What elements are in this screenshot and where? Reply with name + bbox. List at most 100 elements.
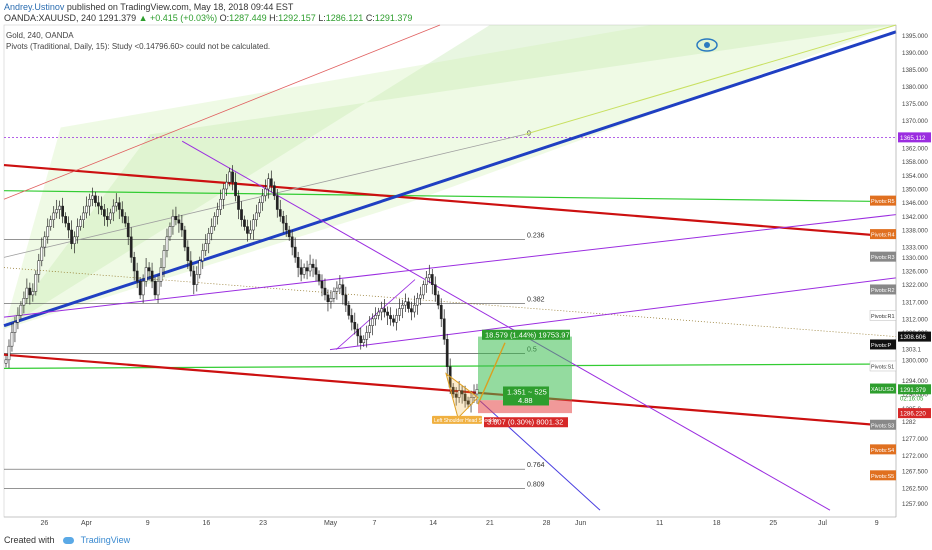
candle-body — [398, 308, 401, 316]
candle-body — [156, 281, 160, 296]
candle-body — [73, 236, 76, 244]
pivot-tag-label: Pivots:R4 — [871, 233, 895, 239]
candle-body — [234, 181, 237, 197]
y-tick-label: 1282 — [902, 419, 916, 426]
y-tick-label: 1277.000 — [902, 436, 928, 443]
publish-line: Andrey.Ustinov published on TradingView.… — [4, 2, 293, 12]
candle-body — [85, 205, 88, 214]
candle-body — [278, 209, 282, 217]
candle-body — [392, 318, 395, 323]
candle-body — [55, 209, 59, 214]
low-value: 1286.121 — [325, 13, 364, 23]
candle-body — [424, 277, 428, 285]
candle-body — [186, 246, 190, 261]
candle-body — [91, 195, 94, 200]
countdown-label: 02:16:05 — [900, 397, 924, 403]
candle-body — [10, 332, 14, 347]
y-tick-label: 1267.500 — [902, 468, 928, 475]
candle-body — [120, 209, 124, 217]
fib-label-2: 0.382 — [527, 296, 545, 303]
candle-body — [159, 267, 163, 282]
candle-body — [365, 332, 369, 340]
candle-body — [13, 322, 17, 333]
candle-body — [281, 216, 285, 224]
y-tick-label: 1303.1 — [902, 347, 921, 354]
chart-frame: 00.2360.3820.50.7640.80918.579 (1.44%) 1… — [0, 0, 932, 550]
price-tag-1306: 1308.606 — [900, 334, 926, 341]
y-tick-label: 1390.000 — [902, 50, 928, 57]
candle-body — [111, 205, 115, 214]
candle-body — [374, 315, 377, 320]
pivot-tag-label: Pivots:S5 — [871, 474, 894, 480]
y-tick-label: 1338.000 — [902, 228, 928, 235]
candle-body — [383, 308, 386, 313]
candle-body — [335, 287, 339, 292]
candle-body — [70, 229, 73, 244]
x-tick-label: 9 — [875, 520, 879, 527]
candle-body — [22, 298, 26, 306]
candle-body — [129, 236, 133, 258]
y-tick-label: 1375.000 — [902, 101, 928, 108]
candle-body — [401, 304, 404, 309]
footer-brand[interactable]: TradingView — [81, 535, 131, 545]
candle-body — [138, 281, 142, 296]
candle-body — [380, 308, 383, 313]
candle-body — [46, 226, 50, 238]
candle-body — [153, 281, 157, 296]
y-tick-label: 1385.000 — [902, 67, 928, 74]
center-label-2: 4.88 — [518, 396, 533, 405]
candle-body — [416, 298, 419, 306]
y-tick-label: 1317.000 — [902, 299, 928, 306]
legend-title[interactable]: Gold, 240, OANDA — [6, 31, 74, 40]
candle-body — [189, 260, 193, 272]
candle-body — [231, 171, 234, 183]
candle-body — [308, 263, 312, 272]
candle-body — [389, 315, 392, 320]
candle-body — [407, 301, 410, 309]
candle-body — [16, 315, 20, 323]
candle-body — [58, 205, 62, 210]
fib-label-4: 0.764 — [527, 462, 545, 469]
candle-body — [216, 209, 220, 217]
symbol-line: OANDA:XAUUSD, 240 1291.379 ▲ +0.415 (+0.… — [4, 13, 412, 23]
x-tick-label: 18 — [713, 520, 721, 527]
candle-body — [177, 219, 181, 224]
eye-pupil — [704, 42, 710, 48]
candle-body — [266, 178, 270, 190]
candle-body — [341, 284, 345, 296]
candle-body — [293, 246, 297, 258]
candle-body — [326, 294, 330, 302]
candle-body — [439, 304, 443, 320]
candle-body — [311, 263, 315, 268]
candle-body — [263, 188, 267, 197]
candle-body — [240, 209, 243, 220]
y-tick-label: 1257.900 — [902, 501, 928, 508]
candle-body — [37, 260, 41, 275]
x-tick-label: 25 — [769, 520, 777, 527]
candle-body — [302, 267, 306, 275]
price-chart[interactable]: 00.2360.3820.50.7640.80918.579 (1.44%) 1… — [0, 0, 932, 550]
candle-body — [106, 216, 109, 220]
target-label: 18.579 (1.44%) 19753.97 — [485, 330, 570, 339]
candle-body — [76, 226, 79, 238]
candle-body — [88, 199, 91, 207]
candle-body — [162, 250, 166, 268]
pivot-tag-label: Pivots:R5 — [871, 199, 895, 205]
candle-body — [410, 308, 413, 313]
candle-body — [329, 298, 333, 303]
candle-body — [261, 195, 264, 203]
y-tick-label: 1362.000 — [902, 146, 928, 153]
candle-body — [272, 185, 276, 197]
candle-body — [421, 284, 425, 296]
tradingview-cloud-icon — [63, 537, 75, 545]
legend-pivots[interactable]: Pivots (Traditional, Daily, 15): Study <… — [6, 42, 270, 51]
y-tick-label: 1350.000 — [902, 187, 928, 194]
candle-body — [362, 339, 366, 344]
candle-body — [350, 315, 354, 323]
author-link[interactable]: Andrey.Ustinov — [4, 2, 64, 12]
candle-body — [144, 267, 148, 282]
candle-body — [269, 178, 273, 186]
candle-body — [67, 222, 70, 231]
candle-body — [114, 202, 118, 207]
candle-body — [123, 216, 127, 224]
